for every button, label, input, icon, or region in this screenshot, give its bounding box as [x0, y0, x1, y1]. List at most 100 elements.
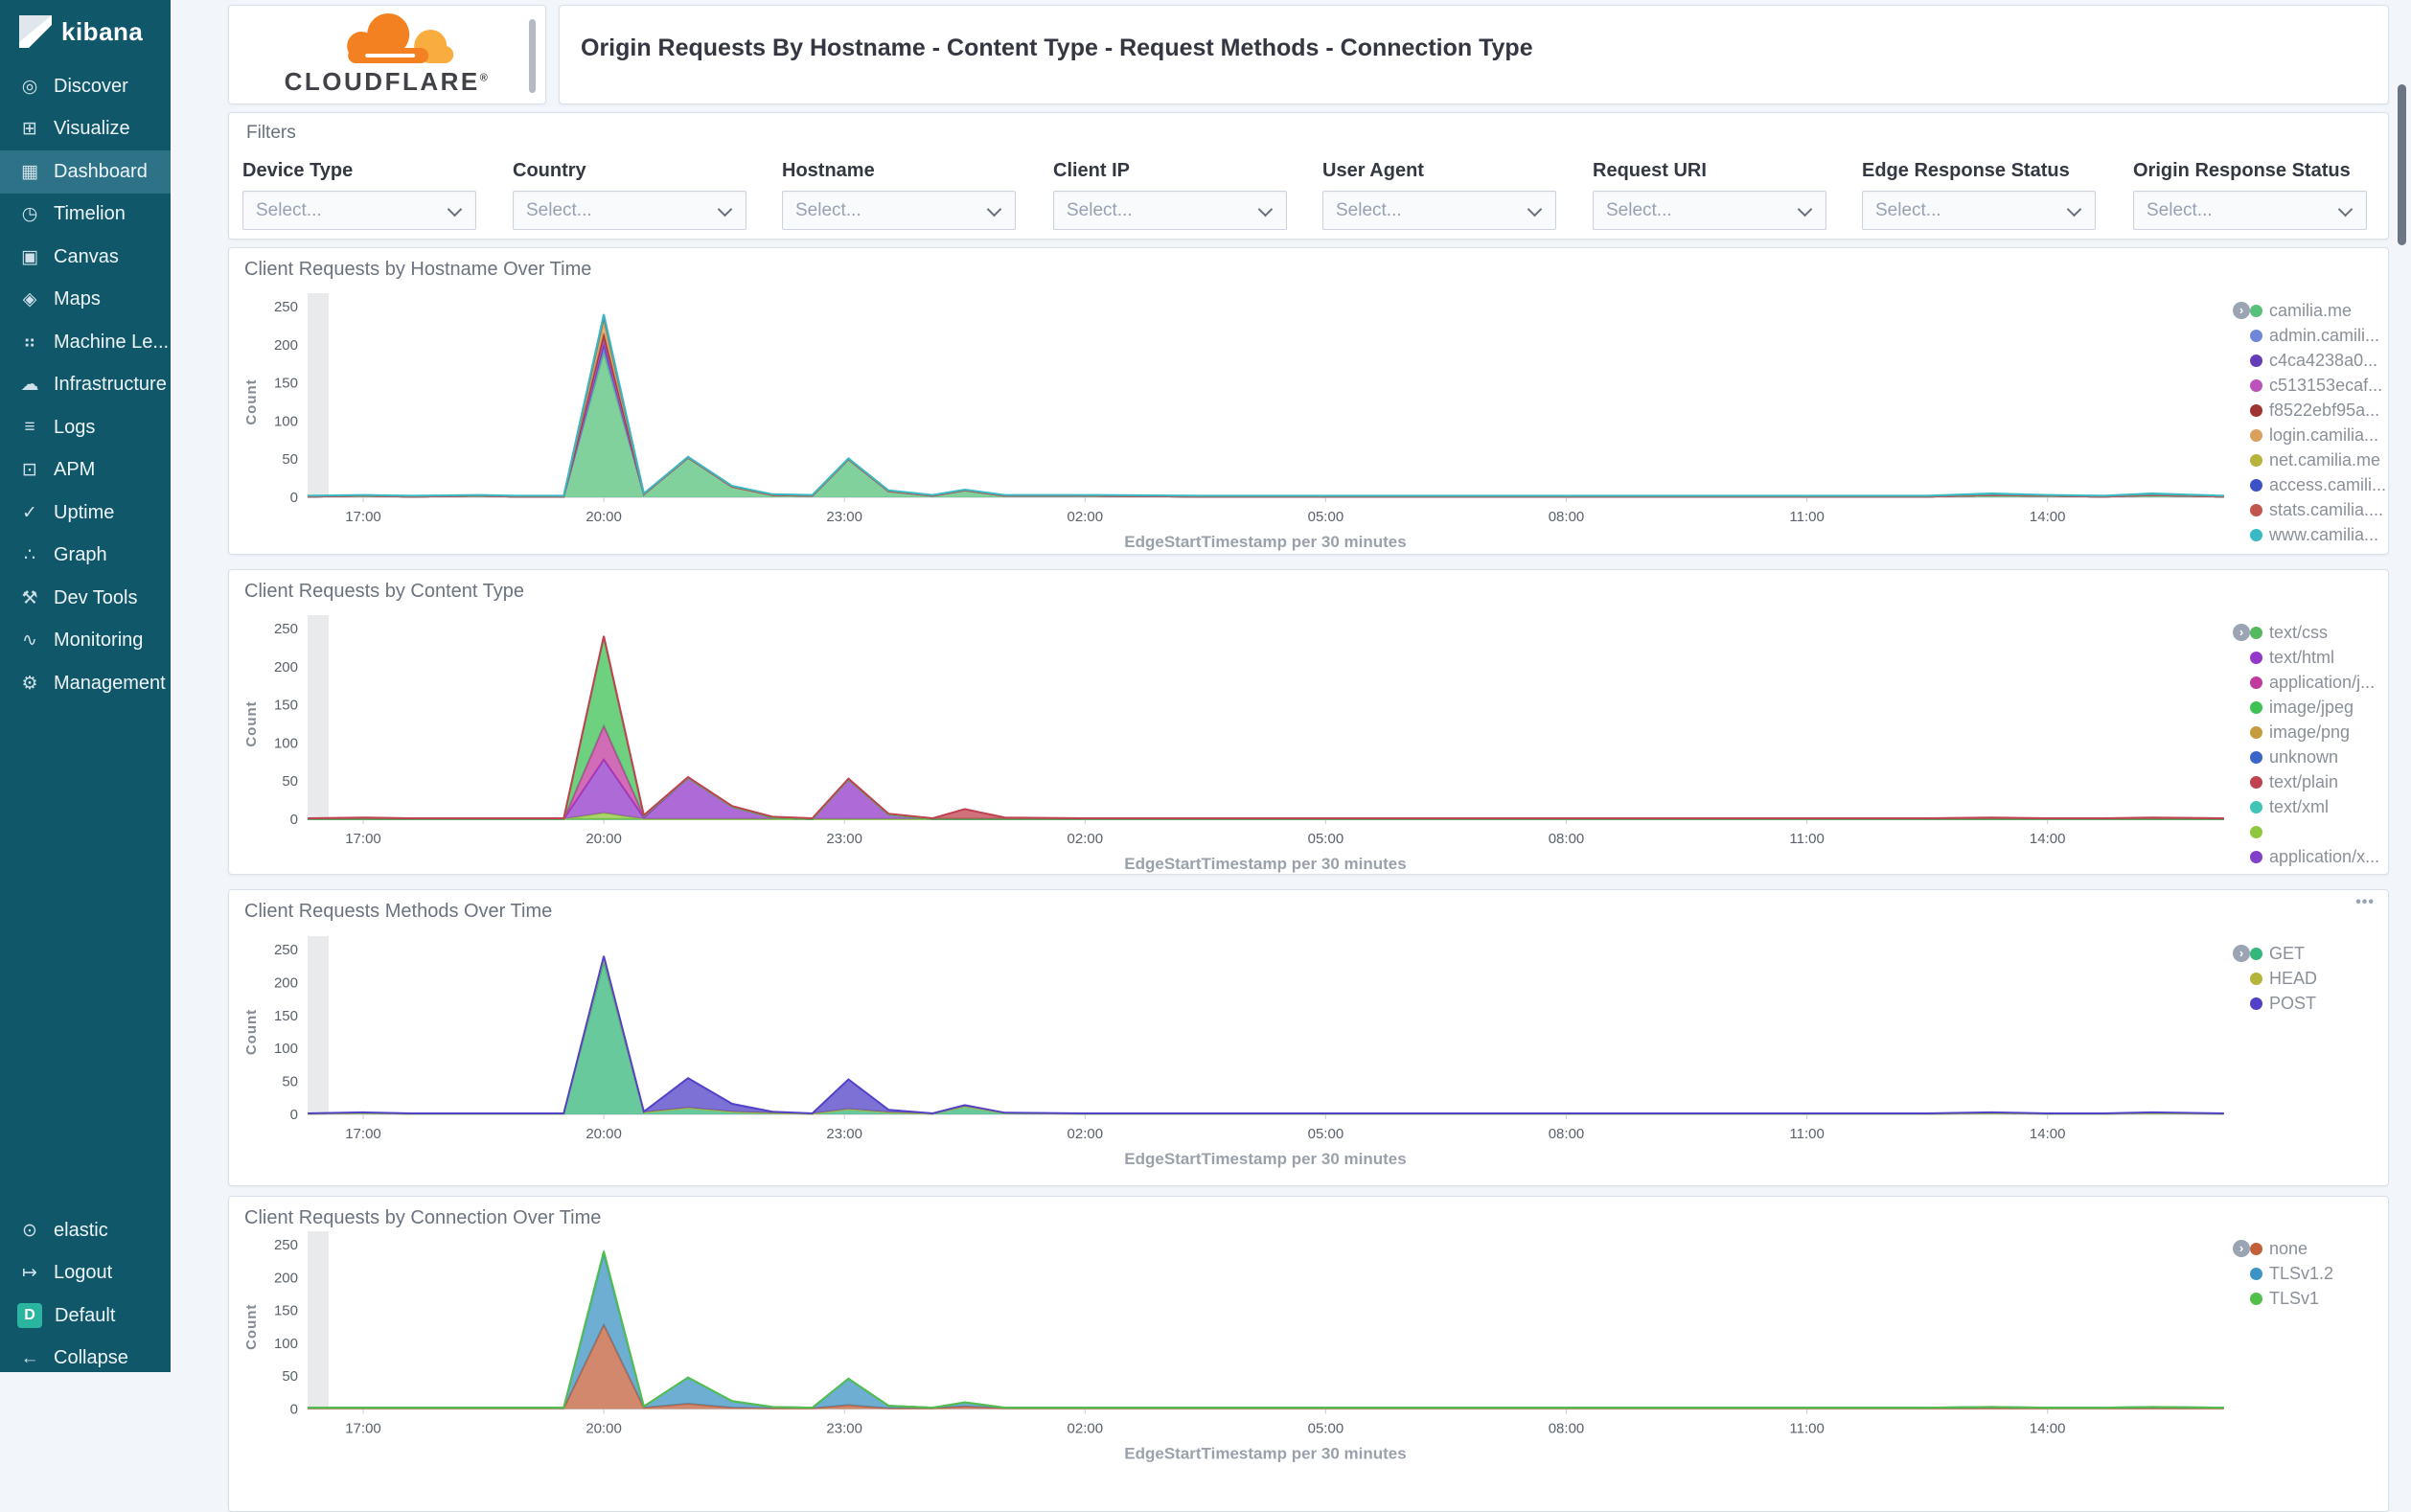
legend-item[interactable]: image/jpeg	[2250, 695, 2389, 720]
sidebar-item-uptime[interactable]: ✓Uptime	[0, 492, 171, 535]
legend-item[interactable]: none	[2250, 1236, 2389, 1261]
sidebar-item-machine-le[interactable]: ⠶Machine Le...	[0, 321, 171, 364]
legend-item[interactable]: application/j...	[2250, 670, 2389, 695]
sidebar-footer-elastic[interactable]: ⊙elastic	[0, 1209, 171, 1252]
sidebar-item-dev-tools[interactable]: ⚒Dev Tools	[0, 577, 171, 620]
svg-text:20:00: 20:00	[586, 1421, 622, 1437]
legend-label: f8522ebf95a...	[2269, 401, 2379, 421]
legend-item[interactable]: admin.camili...	[2250, 323, 2389, 348]
legend-item[interactable]: application/x...	[2250, 844, 2389, 869]
legend-item[interactable]: c513153ecaf...	[2250, 373, 2389, 398]
legend-label: admin.camili...	[2269, 326, 2379, 346]
svg-text:200: 200	[274, 659, 298, 676]
legend-expand-icon[interactable]: ›	[2233, 1240, 2250, 1257]
filter-select-country[interactable]: Select...	[513, 191, 746, 230]
svg-text:05:00: 05:00	[1308, 1126, 1344, 1142]
kibana-logo[interactable]: kibana	[0, 0, 171, 65]
legend-expand-icon[interactable]: ›	[2233, 302, 2250, 319]
legend-color-dot	[2250, 776, 2262, 789]
svg-text:05:00: 05:00	[1308, 831, 1344, 847]
legend: ›text/csstext/htmlapplication/j...image/…	[2233, 620, 2389, 869]
svg-text:05:00: 05:00	[1308, 1421, 1344, 1437]
brand-word: CLOUDFLARE	[285, 67, 480, 96]
sidebar-item-graph[interactable]: ∴Graph	[0, 535, 171, 578]
sidebar-item-logs[interactable]: ≡Logs	[0, 406, 171, 449]
filter-select-client-ip[interactable]: Select...	[1053, 191, 1287, 230]
panel-scrollbar[interactable]	[529, 19, 536, 93]
legend-item[interactable]: TLSv1	[2250, 1286, 2389, 1311]
svg-text:200: 200	[274, 974, 298, 991]
legend-label: POST	[2269, 994, 2316, 1014]
legend-item[interactable]: login.camilia...	[2250, 423, 2389, 447]
legend-color-dot	[2250, 627, 2262, 639]
sidebar-item-canvas[interactable]: ▣Canvas	[0, 236, 171, 279]
legend-item[interactable]: access.camili...	[2250, 472, 2389, 497]
legend-item[interactable]: TLSv1.2	[2250, 1261, 2389, 1286]
sidebar: kibana ◎Discover⊞Visualize▦Dashboard◷Tim…	[0, 0, 171, 1372]
sidebar-item-visualize[interactable]: ⊞Visualize	[0, 108, 171, 151]
sidebar-item-monitoring[interactable]: ∿Monitoring	[0, 620, 171, 663]
legend-color-dot	[2250, 1293, 2262, 1305]
legend-expand-icon[interactable]: ›	[2233, 624, 2250, 641]
filter-select-request-uri[interactable]: Select...	[1593, 191, 1826, 230]
legend-item[interactable]: unknown	[2250, 745, 2389, 769]
legend-label: stats.camilia....	[2269, 500, 2383, 520]
svg-text:17:00: 17:00	[345, 509, 381, 525]
filter-select-user-agent[interactable]: Select...	[1322, 191, 1556, 230]
sidebar-footer-collapse[interactable]: ←Collapse	[0, 1338, 171, 1381]
filter-select-origin-response-status[interactable]: Select...	[2133, 191, 2367, 230]
filter-country: CountrySelect...	[513, 160, 746, 230]
sidebar-item-label: Default	[55, 1305, 115, 1327]
legend-item[interactable]	[2250, 819, 2389, 844]
filter-select-device-type[interactable]: Select...	[242, 191, 476, 230]
svg-text:08:00: 08:00	[1549, 509, 1585, 525]
legend-color-dot	[2250, 826, 2262, 838]
svg-text:11:00: 11:00	[1789, 1126, 1824, 1142]
legend-item[interactable]: www.camilia...	[2250, 522, 2389, 547]
legend-color-dot	[2250, 701, 2262, 714]
legend-item[interactable]: f8522ebf95a...	[2250, 398, 2389, 423]
legend-label: image/png	[2269, 722, 2350, 743]
sidebar-footer-default[interactable]: DDefault	[0, 1294, 171, 1338]
page-scrollbar-thumb[interactable]	[2398, 84, 2406, 245]
sidebar-item-maps[interactable]: ◈ Maps	[0, 279, 171, 322]
svg-text:23:00: 23:00	[826, 1421, 862, 1437]
infrastructure-cloud-icon: ☁	[18, 374, 41, 396]
sidebar-item-label: Maps	[54, 288, 101, 310]
uptime-check-icon: ✓	[18, 502, 41, 524]
legend-item[interactable]: POST	[2250, 991, 2389, 1016]
legend-expand-icon[interactable]: ›	[2233, 945, 2250, 962]
svg-text:EdgeStartTimestamp per 30 minu: EdgeStartTimestamp per 30 minutes	[1124, 533, 1406, 551]
legend-item[interactable]: text/css	[2250, 620, 2389, 645]
legend-item[interactable]: HEAD	[2250, 966, 2389, 991]
legend-item[interactable]: c4ca4238a0...	[2250, 348, 2389, 373]
legend-item[interactable]: camilia.me	[2250, 298, 2389, 323]
sidebar-item-management[interactable]: ⚙Management	[0, 662, 171, 705]
svg-text:11:00: 11:00	[1789, 831, 1824, 847]
filter-select-edge-response-status[interactable]: Select...	[1862, 191, 2096, 230]
legend-item[interactable]: net.camilia.me	[2250, 447, 2389, 472]
legend-item[interactable]: stats.camilia....	[2250, 497, 2389, 522]
svg-text:14:00: 14:00	[2030, 831, 2066, 847]
sidebar-item-discover[interactable]: ◎Discover	[0, 65, 171, 108]
sidebar-item-label: Infrastructure	[54, 374, 167, 396]
legend-color-dot	[2250, 973, 2262, 985]
sidebar-item-timelion[interactable]: ◷Timelion	[0, 194, 171, 237]
map-pin-icon: ◈	[18, 288, 41, 310]
filter-label: Request URI	[1593, 160, 1826, 185]
svg-text:23:00: 23:00	[826, 1126, 862, 1142]
legend-item[interactable]: text/html	[2250, 645, 2389, 670]
sidebar-item-infrastructure[interactable]: ☁ Infrastructure	[0, 364, 171, 407]
sidebar-item-dashboard[interactable]: ▦Dashboard	[0, 150, 171, 194]
legend-item[interactable]: image/png	[2250, 720, 2389, 745]
legend-color-dot	[2250, 429, 2262, 442]
filter-select-hostname[interactable]: Select...	[782, 191, 1016, 230]
legend-item[interactable]: text/plain	[2250, 769, 2389, 794]
sidebar-footer-logout[interactable]: ↦Logout	[0, 1252, 171, 1295]
legend-item[interactable]: text/xml	[2250, 794, 2389, 819]
sidebar-item-label: Visualize	[54, 118, 130, 140]
svg-text:EdgeStartTimestamp per 30 minu: EdgeStartTimestamp per 30 minutes	[1124, 1150, 1406, 1168]
legend-item[interactable]: GET	[2250, 941, 2389, 966]
chevron-down-icon	[448, 202, 463, 218]
sidebar-item-apm[interactable]: ⊡APM	[0, 449, 171, 493]
